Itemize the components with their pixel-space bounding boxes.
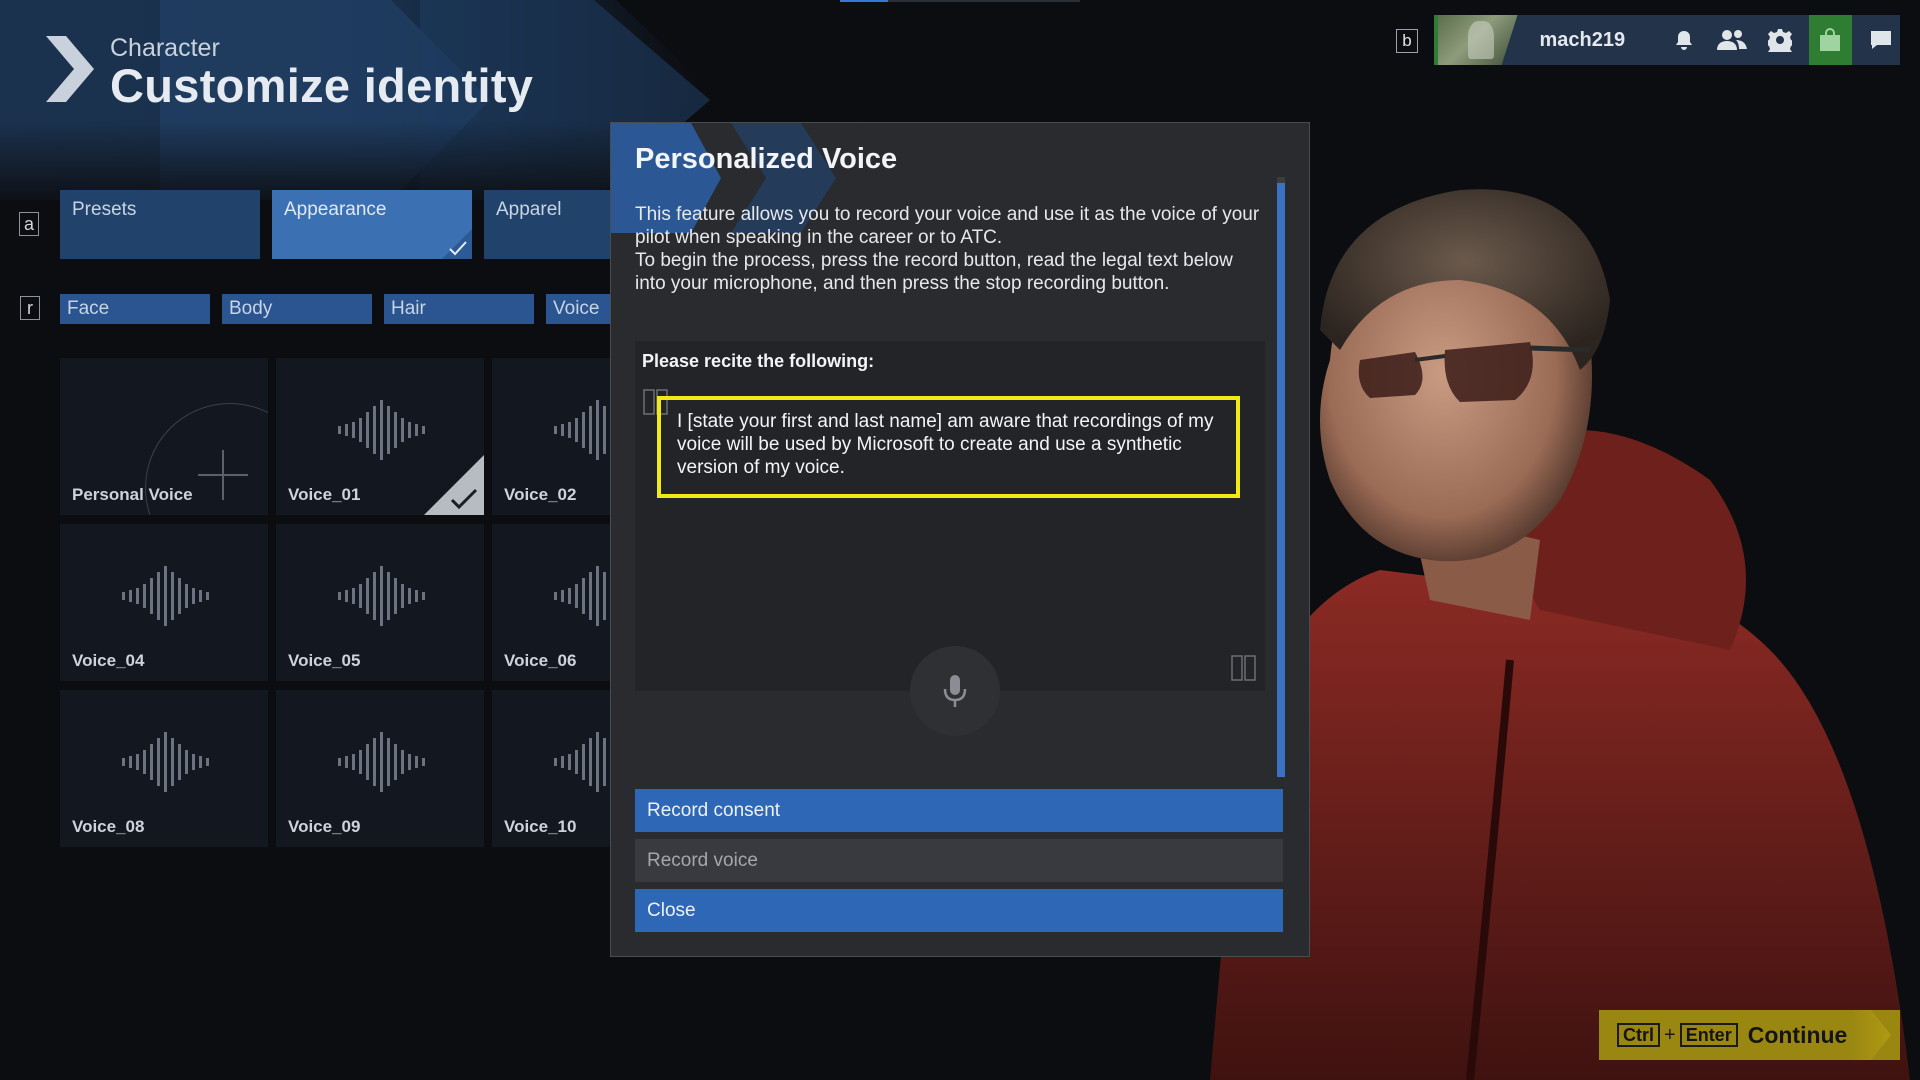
- dialog-title: Personalized Voice: [635, 143, 898, 175]
- personalized-voice-dialog: Personalized Voice This feature allows y…: [610, 122, 1310, 957]
- voice-card-label: Voice_02: [504, 485, 577, 504]
- microphone-button[interactable]: [910, 646, 1000, 736]
- store-icon[interactable]: [1808, 15, 1853, 65]
- intro-paragraph: To begin the process, press the record b…: [635, 250, 1233, 294]
- recite-label: Please recite the following:: [642, 351, 875, 371]
- voice-card-label: Voice_06: [504, 651, 577, 670]
- voice-card[interactable]: Voice_04: [60, 524, 268, 681]
- waveform-icon: [122, 732, 209, 792]
- subtab-face[interactable]: Face: [60, 294, 210, 324]
- back-chevron-icon[interactable]: [44, 34, 96, 104]
- intro-paragraph: This feature allows you to record your v…: [635, 204, 1260, 248]
- voice-card-label: Voice_10: [504, 817, 577, 836]
- key-enter: Enter: [1679, 1023, 1738, 1047]
- gear-icon[interactable]: [1761, 15, 1799, 65]
- friends-icon[interactable]: [1713, 15, 1751, 65]
- close-button[interactable]: Close: [635, 889, 1283, 932]
- checkmark-icon: [442, 229, 472, 259]
- selected-check-icon: [424, 455, 484, 515]
- waveform-icon: [338, 400, 425, 460]
- recite-panel: Please recite the following: I [state yo…: [635, 341, 1265, 691]
- continue-label: Continue: [1747, 1021, 1848, 1048]
- voice-card[interactable]: Voice_05: [276, 524, 484, 681]
- user-bar: mach219: [1434, 15, 1900, 65]
- tab-appearance[interactable]: Appearance: [272, 190, 472, 259]
- tab-label: Appearance: [284, 199, 387, 220]
- voice-card-label: Voice_01: [288, 485, 361, 504]
- character-preview: [1210, 189, 1910, 1080]
- dialog-intro: This feature allows you to record your v…: [635, 203, 1265, 295]
- voice-card-label: Voice_08: [72, 817, 145, 836]
- key-hint-a: a: [19, 212, 39, 236]
- subtab-label: Face: [67, 298, 110, 319]
- key-hint-b: b: [1396, 29, 1418, 53]
- voice-card[interactable]: Voice_08: [60, 690, 268, 847]
- avatar[interactable]: [1438, 15, 1518, 65]
- tab-presets[interactable]: Presets: [60, 190, 260, 259]
- voice-card-label: Personal Voice: [72, 485, 193, 504]
- waveform-icon: [338, 566, 425, 626]
- tab-label: Apparel: [496, 199, 562, 220]
- subtab-label: Voice: [553, 298, 600, 319]
- subtab-label: Hair: [391, 298, 426, 319]
- microphone-icon: [943, 675, 967, 707]
- voice-card[interactable]: Voice_09: [276, 690, 484, 847]
- key-plus: +: [1664, 1023, 1676, 1046]
- username[interactable]: mach219: [1540, 29, 1655, 52]
- key-hint-r: r: [20, 296, 40, 320]
- waveform-icon: [122, 566, 209, 626]
- record-voice-button[interactable]: Record voice: [635, 839, 1283, 882]
- legal-text-box: I [state your first and last name] am aw…: [657, 396, 1240, 498]
- page-indicator: [840, 0, 1080, 2]
- voice-card-label: Voice_05: [288, 651, 361, 670]
- voice-card[interactable]: Voice_01: [276, 358, 484, 515]
- scrollbar-thumb[interactable]: [1277, 183, 1285, 777]
- continue-button[interactable]: Ctrl + Enter Continue: [1599, 1010, 1900, 1060]
- subtab-body[interactable]: Body: [222, 294, 372, 324]
- subtab-label: Body: [229, 298, 273, 319]
- record-consent-button[interactable]: Record consent: [635, 789, 1283, 832]
- quote-close-icon: [1231, 655, 1256, 681]
- subtab-hair[interactable]: Hair: [384, 294, 534, 324]
- voice-card-personal[interactable]: Personal Voice: [60, 358, 268, 515]
- plus-icon: [198, 450, 248, 500]
- voice-card-label: Voice_09: [288, 817, 361, 836]
- waveform-icon: [338, 732, 425, 792]
- tab-label: Presets: [72, 199, 137, 220]
- key-ctrl: Ctrl: [1617, 1023, 1660, 1047]
- bell-icon[interactable]: [1665, 15, 1703, 65]
- chat-icon[interactable]: [1862, 15, 1900, 65]
- voice-card-label: Voice_04: [72, 651, 145, 670]
- page-title: Customize identity: [110, 59, 534, 112]
